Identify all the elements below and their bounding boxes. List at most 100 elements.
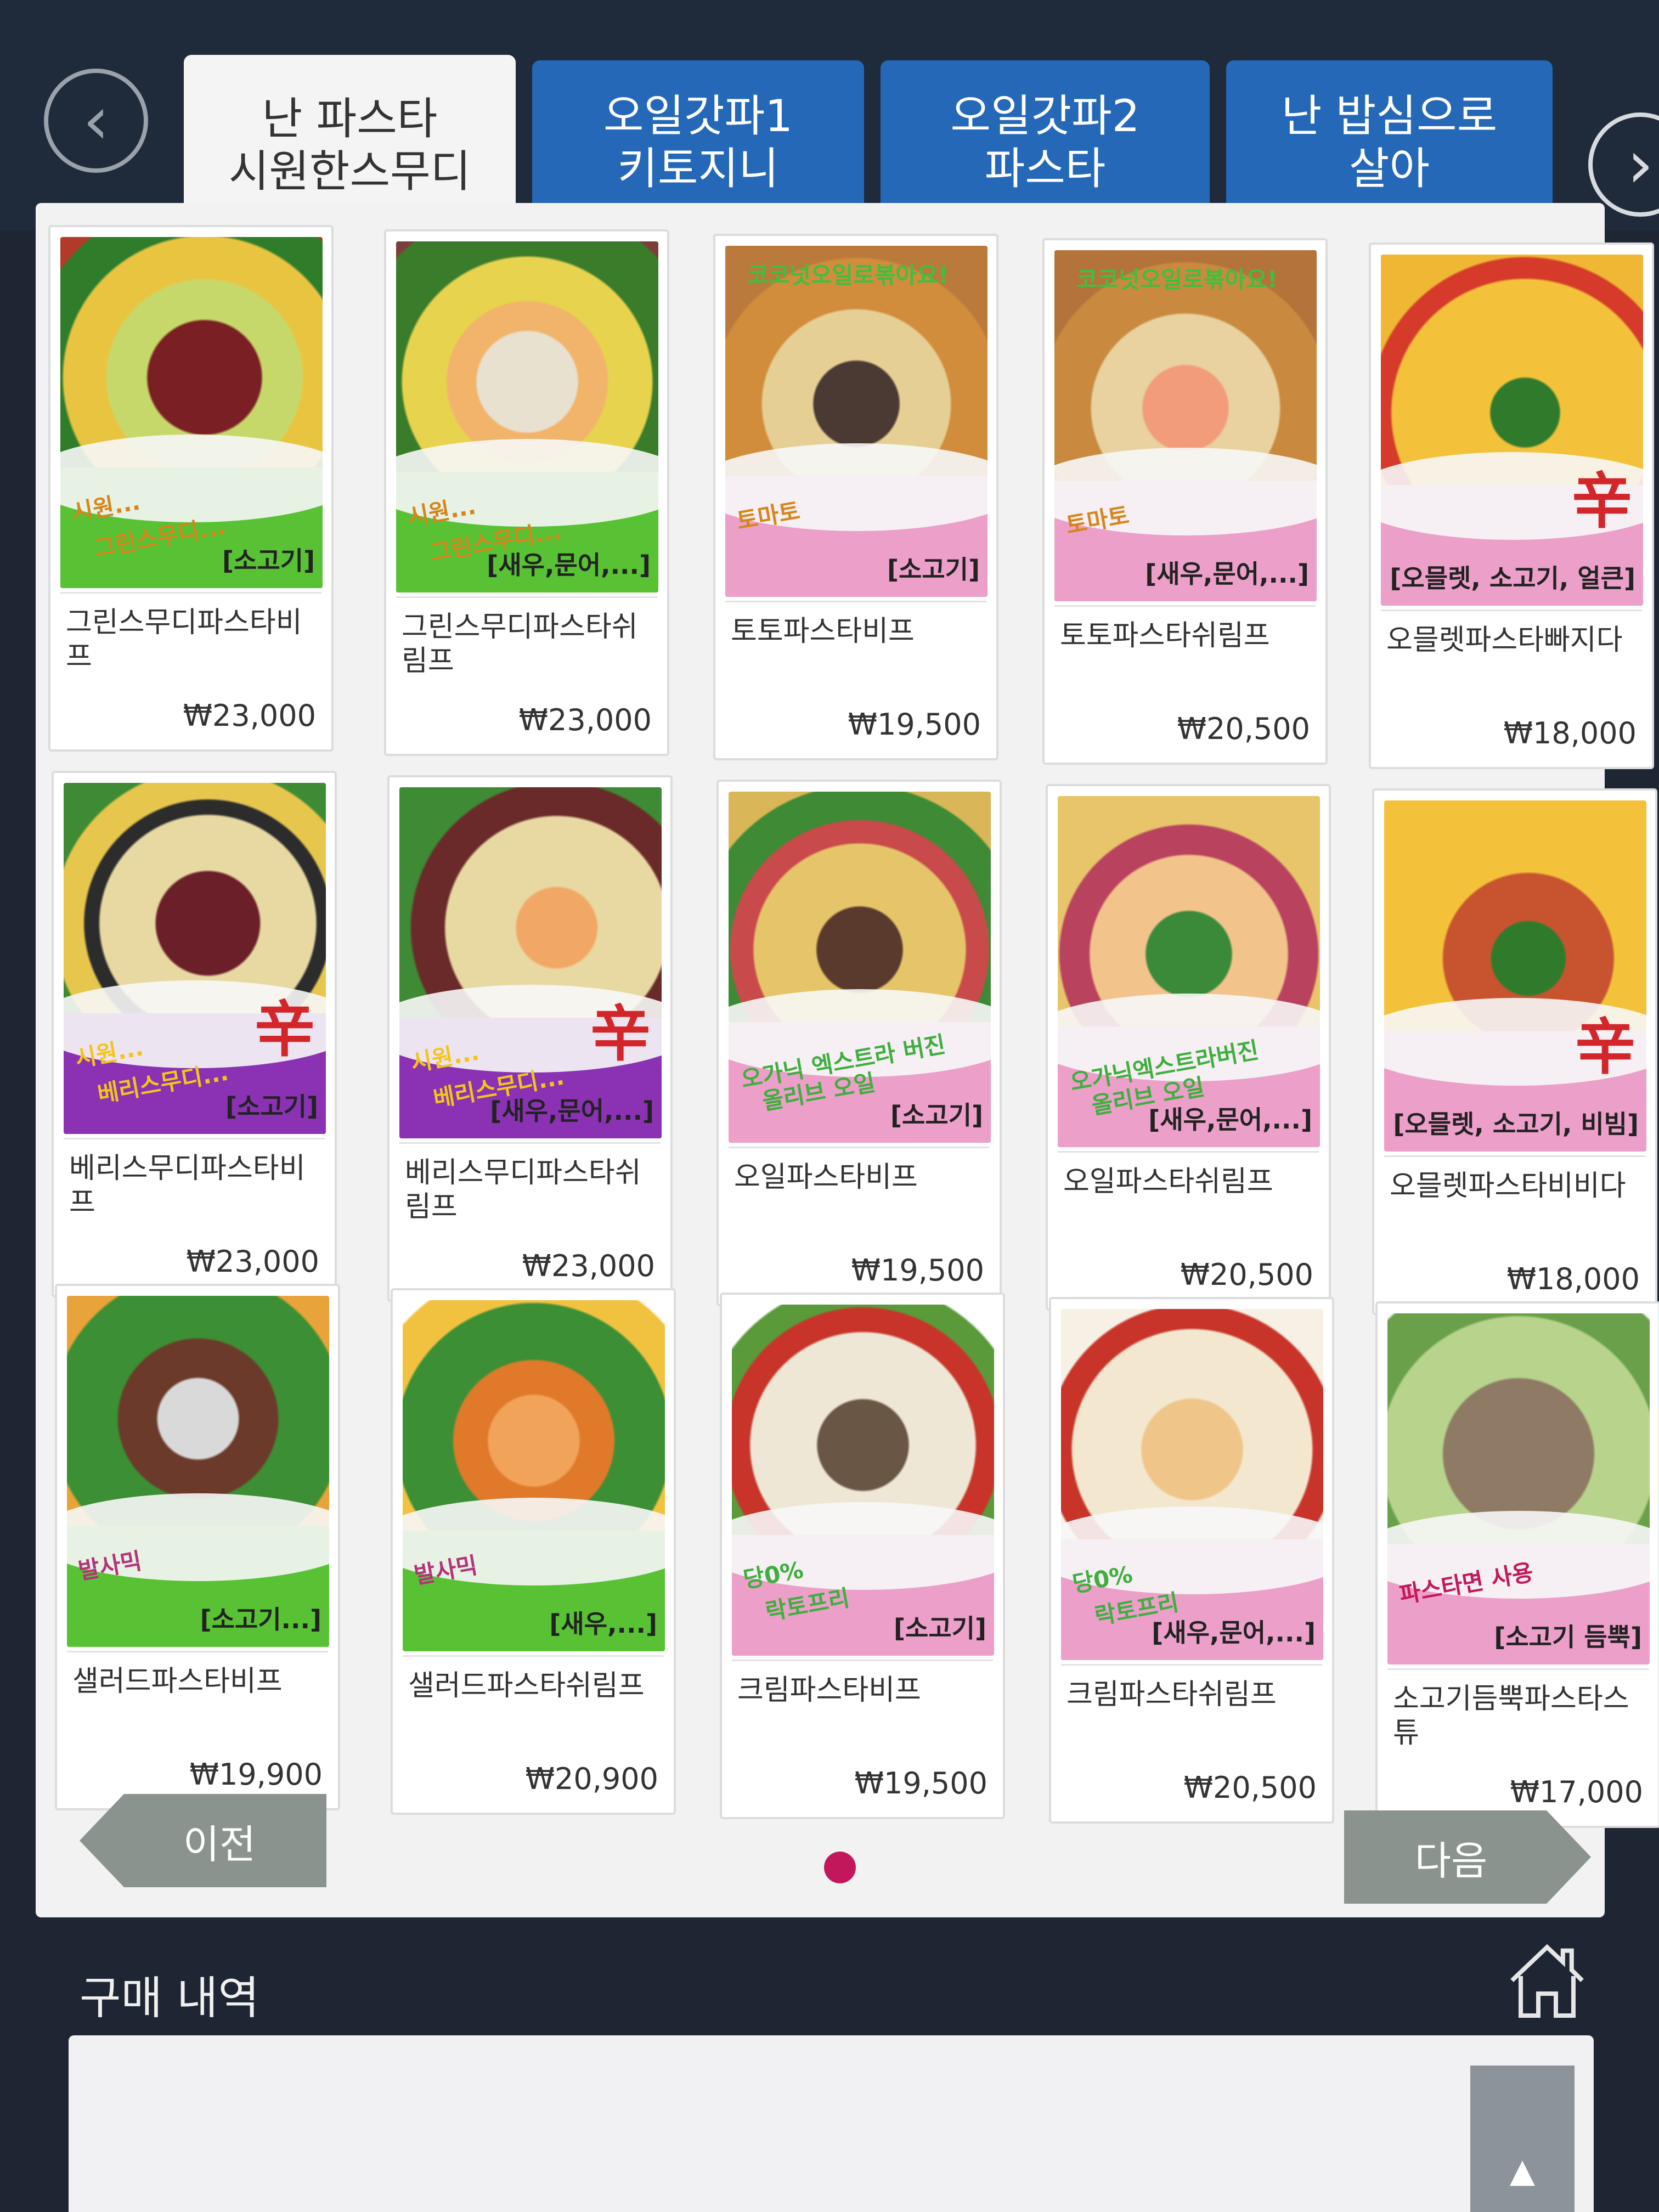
- menu-item-photo: 코코넛오일로볶아요! 토마토 [새우,문어,...]: [1054, 250, 1317, 601]
- card-divider: [1054, 605, 1316, 607]
- menu-item-tag: [소고기 듬뿍]: [1494, 1622, 1642, 1652]
- next-page-button[interactable]: 다음: [1344, 1810, 1591, 1904]
- spicy-icon: 辛: [1575, 1012, 1635, 1082]
- tab-label-line1: 오일갓파2: [950, 91, 1140, 142]
- next-page-label: 다음: [1414, 1837, 1488, 1884]
- prev-page-label: 이전: [183, 1821, 256, 1867]
- page-indicator-dot: [824, 1852, 856, 1883]
- menu-item-price: ₩20,500: [1177, 712, 1310, 746]
- tab-label-line2: 살아: [1348, 143, 1430, 194]
- menu-item-name: 오믈렛파스타비비다: [1390, 1170, 1626, 1203]
- menu-item-price: ₩23,000: [186, 1244, 319, 1279]
- menu-item-name: 샐러드파스타쉬림프: [408, 1669, 645, 1702]
- menu-item-name: 크림파스타쉬림프: [1066, 1678, 1277, 1711]
- menu-item-price: ₩19,500: [854, 1766, 988, 1801]
- menu-item-name: 베리스무디파스타비프: [69, 1152, 306, 1219]
- menu-item-price: ₩23,000: [183, 698, 316, 733]
- menu-item-name: 샐러드파스타비프: [72, 1665, 283, 1698]
- menu-item-card[interactable]: 코코넛오일로볶아요! 토마토 [소고기] 토토파스타비프 ₩19,500: [713, 234, 998, 760]
- menu-item-photo: 辛 [오믈렛, 소고기, 얼큰]: [1381, 255, 1643, 606]
- menu-item-name: 토토파스타비프: [731, 615, 915, 648]
- menu-item-name: 오일파스타쉬림프: [1063, 1165, 1273, 1198]
- previous-category-button[interactable]: ‹: [44, 69, 148, 173]
- menu-item-price: ₩19,500: [851, 1253, 984, 1288]
- menu-item-price: ₩17,000: [1510, 1775, 1643, 1809]
- menu-item-photo: 당0% 락토프리 [소고기]: [732, 1305, 994, 1656]
- menu-item-tag: [새우,문어,...]: [1145, 559, 1309, 589]
- tab-label-line2: 파스타: [984, 143, 1106, 194]
- card-divider: [725, 601, 986, 602]
- tab-oil-2[interactable]: 오일갓파2 파스타: [881, 60, 1210, 225]
- menu-item-card[interactable]: 辛 [오믈렛, 소고기, 비빔] 오믈렛파스타비비다 ₩18,000: [1372, 788, 1657, 1315]
- tab-label-line1: 오일갓파1: [603, 91, 793, 142]
- tab-rice[interactable]: 난 밥심으로 살아: [1226, 60, 1553, 225]
- menu-item-tag: [새우,문어,...]: [1148, 1105, 1312, 1135]
- menu-item-tag: [소고기]: [222, 546, 315, 575]
- triangle-up-icon: ▲: [1509, 2152, 1536, 2190]
- menu-item-tag: [새우,...]: [549, 1609, 657, 1639]
- card-divider: [1061, 1664, 1322, 1666]
- menu-item-price: ₩20,500: [1183, 1770, 1317, 1805]
- menu-item-tag: [소고기]: [890, 1101, 983, 1130]
- menu-item-name: 오믈렛파스타빠지다: [1386, 624, 1623, 657]
- menu-item-card[interactable]: 파스타면 사용 [소고기 듬뿍] 소고기듬뿍파스타스튜 ₩17,000: [1375, 1301, 1659, 1828]
- tab-label-line1: 난 파스타: [262, 93, 438, 144]
- menu-item-tag: [새우,문어,...]: [1152, 1618, 1316, 1647]
- tab-label-line2: 시원한스무디: [228, 146, 471, 197]
- menu-item-tag: [소고기]: [887, 555, 980, 584]
- chevron-left-icon: ‹: [83, 82, 109, 159]
- menu-item-price: ₩23,000: [518, 703, 652, 737]
- menu-item-card[interactable]: 코코넛오일로볶아요! 토마토 [새우,문어,...] 토토파스타쉬림프 ₩20,500: [1042, 238, 1328, 765]
- menu-item-photo: 시원... 그린스무디... [새우,문어,...]: [396, 241, 658, 592]
- menu-item-tag: [소고기]: [893, 1613, 986, 1643]
- prev-page-button[interactable]: 이전: [80, 1794, 326, 1887]
- card-divider: [64, 1138, 325, 1139]
- menu-item-photo: 파스타면 사용 [소고기 듬뿍]: [1387, 1313, 1650, 1664]
- menu-item-photo: 시원... 베리스무디... 辛 [소고기]: [64, 783, 326, 1134]
- menu-item-name: 그린스무디파스타쉬림프: [402, 611, 638, 678]
- spicy-icon: 辛: [590, 998, 651, 1069]
- spicy-icon: 辛: [1572, 466, 1632, 537]
- menu-item-price: ₩20,900: [525, 1762, 658, 1796]
- menu-item-photo: 당0% 락토프리 [새우,문어,...]: [1061, 1309, 1323, 1660]
- menu-item-card[interactable]: 오가닉 엑스트라 버진 올리브 오일 [소고기] 오일파스타비프 ₩19,500: [716, 780, 1002, 1306]
- menu-item-price: ₩18,000: [1506, 1262, 1640, 1296]
- menu-item-photo: 시원... 그린스무디... [소고기]: [60, 237, 323, 588]
- menu-item-top-note: 코코넛오일로볶아요!: [747, 262, 949, 289]
- menu-item-tag: [오믈렛, 소고기, 얼큰]: [1390, 563, 1635, 593]
- menu-item-photo: 辛 [오믈렛, 소고기, 비빔]: [1384, 800, 1646, 1152]
- menu-item-name: 소고기듬뿍파스타스튜: [1393, 1683, 1629, 1750]
- menu-item-photo: 코코넛오일로볶아요! 토마토 [소고기]: [725, 246, 988, 597]
- tab-label-line2: 키토지니: [617, 143, 779, 194]
- menu-item-card[interactable]: 시원... 베리스무디... 辛 [새우,문어,...] 베리스무디파스타쉬림프 ₩23,…: [387, 775, 673, 1302]
- menu-item-card[interactable]: 시원... 베리스무디... 辛 [소고기] 베리스무디파스타비프 ₩23,000: [52, 771, 337, 1297]
- menu-item-photo: 시원... 베리스무디... 辛 [새우,문어,...]: [399, 787, 662, 1138]
- card-divider: [729, 1147, 990, 1148]
- card-divider: [67, 1651, 328, 1652]
- history-scroll-up-button[interactable]: ▲: [1470, 2066, 1575, 2212]
- menu-item-name: 베리스무디파스타쉬림프: [405, 1156, 641, 1223]
- menu-item-name: 오일파스타비프: [734, 1161, 918, 1194]
- card-divider: [1384, 1155, 1645, 1157]
- menu-item-price: ₩18,000: [1503, 716, 1637, 751]
- menu-item-card[interactable]: 발사믹 [소고기...] 샐러드파스타비프 ₩19,900: [55, 1284, 340, 1810]
- card-divider: [399, 1142, 661, 1144]
- menu-item-photo: 발사믹 [소고기...]: [67, 1296, 329, 1647]
- menu-item-tag: [소고기...]: [200, 1605, 321, 1634]
- menu-item-card[interactable]: 발사믹 [새우,...] 샐러드파스타쉬림프 ₩20,900: [391, 1288, 676, 1815]
- menu-item-card[interactable]: 시원... 그린스무디... [소고기] 그린스무디파스타비프 ₩23,000: [48, 225, 334, 752]
- menu-item-tag: [소고기]: [225, 1092, 318, 1121]
- menu-item-price: ₩19,500: [848, 707, 981, 742]
- menu-item-card[interactable]: 辛 [오믈렛, 소고기, 얼큰] 오믈렛파스타빠지다 ₩18,000: [1369, 242, 1654, 769]
- card-divider: [1387, 1668, 1649, 1670]
- menu-item-card[interactable]: 당0% 락토프리 [새우,문어,...] 크림파스타쉬림프 ₩20,500: [1049, 1297, 1334, 1824]
- menu-item-card[interactable]: 오가닉엑스트라버진 올리브 오일 [새우,문어,...] 오일파스타쉬림프 ₩20,50…: [1046, 784, 1331, 1311]
- purchase-history-label: 구매 내역: [80, 1972, 259, 2024]
- tab-oil-1[interactable]: 오일갓파1 키토지니: [532, 60, 864, 225]
- spicy-icon: 辛: [255, 994, 315, 1065]
- menu-item-card[interactable]: 시원... 그린스무디... [새우,문어,...] 그린스무디파스타쉬림프 ₩23,0…: [384, 229, 669, 756]
- menu-item-photo: 오가닉 엑스트라 버진 올리브 오일 [소고기]: [729, 792, 991, 1143]
- menu-item-tag: [새우,문어,...]: [487, 550, 651, 580]
- menu-item-card[interactable]: 당0% 락토프리 [소고기] 크림파스타비프 ₩19,500: [720, 1293, 1005, 1819]
- home-icon[interactable]: [1503, 1937, 1591, 2024]
